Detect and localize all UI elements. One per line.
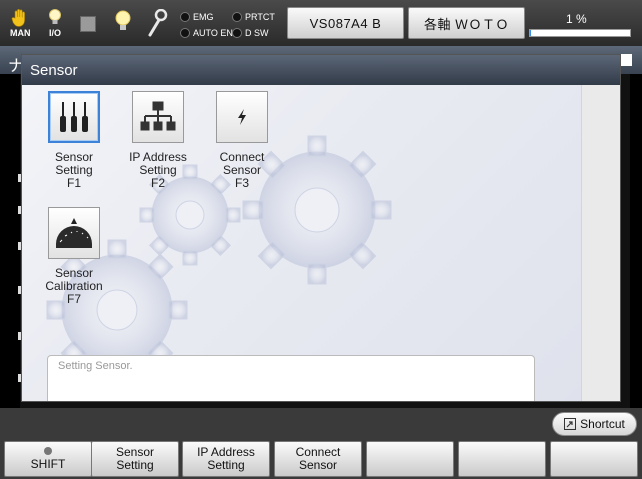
fkey-f6[interactable] — [550, 441, 638, 477]
mode-label: MAN — [10, 28, 31, 38]
emg-dot — [180, 12, 190, 22]
tile-key: F3 — [234, 176, 249, 190]
wrench-icon[interactable] — [146, 9, 168, 37]
speed-percent: 1 % — [566, 12, 587, 26]
network-icon — [140, 101, 176, 131]
tile-sensor-setting-button[interactable] — [48, 91, 100, 143]
hand-icon — [11, 9, 26, 27]
tile-label: Connect Sensor — [219, 150, 265, 177]
fkey-f5[interactable] — [458, 441, 546, 477]
dialog-body: Sensor Setting F1 IP Address Setting F2 … — [22, 85, 582, 401]
tile-key: F2 — [150, 176, 165, 190]
io-label: I/O — [48, 28, 61, 38]
tile-ip-address-setting-button[interactable] — [132, 91, 184, 143]
stop-icon[interactable] — [80, 16, 96, 32]
background-square — [620, 54, 632, 66]
speed-progress-fill — [530, 30, 531, 36]
tile-label: IP Address Setting — [129, 150, 187, 177]
shortcut-arrow-icon — [564, 418, 577, 430]
description-box: Setting Sensor. — [47, 355, 535, 401]
top-status-bar: MAN I/O EMG PRTCT AUTO EN D SW VS087A4 B… — [0, 0, 642, 46]
tile-ip-address-setting[interactable]: IP Address Setting F2 — [122, 91, 194, 190]
tile-key: F7 — [66, 292, 81, 306]
tile-sensor-setting[interactable]: Sensor Setting F1 — [38, 91, 110, 190]
tile-sensor-calibration[interactable]: Sensor Calibration F7 — [38, 207, 110, 306]
tile-label: Sensor Calibration — [45, 266, 103, 293]
fkey-shift[interactable]: SHIFT — [4, 441, 92, 477]
emg-indicator: EMG — [180, 12, 214, 22]
io-indicator[interactable]: I/O — [46, 8, 64, 38]
fkey-f3-connect-sensor[interactable]: Connect Sensor — [274, 441, 362, 477]
auto-en-dot — [180, 28, 190, 38]
d-sw-dot — [232, 28, 242, 38]
tile-key: F1 — [66, 176, 81, 190]
fkey-f2-ip-address-setting[interactable]: IP Address Setting — [182, 441, 270, 477]
sensor-setting-icon — [60, 102, 88, 132]
fkey-f1-sensor-setting[interactable]: Sensor Setting — [91, 441, 179, 477]
calibration-gauge-icon — [56, 218, 92, 248]
sensor-dialog: Sensor Sensor Setting F1 IP Address Sett… — [21, 54, 621, 402]
tile-sensor-calibration-button[interactable] — [48, 207, 100, 259]
dialog-title: Sensor — [22, 55, 620, 85]
lightbulb-on-icon[interactable] — [113, 9, 133, 35]
shortcut-label: Shortcut — [580, 417, 625, 431]
speed-progress-bar — [529, 29, 631, 37]
tile-label: Sensor Setting — [54, 150, 94, 177]
prtct-dot — [232, 12, 242, 22]
lightning-icon — [238, 109, 246, 125]
manual-mode-indicator[interactable]: MAN — [10, 8, 31, 38]
program-button[interactable]: VS087A4 B — [287, 7, 404, 39]
shift-led-icon — [44, 447, 52, 455]
dialog-scrollbar[interactable] — [581, 85, 620, 401]
tile-connect-sensor[interactable]: Connect Sensor F3 — [206, 91, 278, 190]
shortcut-button[interactable]: Shortcut — [552, 412, 637, 436]
lightbulb-icon — [49, 9, 61, 24]
prtct-indicator: PRTCT — [232, 12, 275, 22]
function-key-bar: SHIFT Sensor Setting IP Address Setting … — [4, 441, 640, 477]
d-sw-indicator: D SW — [232, 28, 269, 38]
tile-connect-sensor-button[interactable] — [216, 91, 268, 143]
fkey-f4[interactable] — [366, 441, 454, 477]
axis-mode-button[interactable]: 各軸 ＷＯＴＯ — [408, 7, 525, 39]
auto-en-indicator: AUTO EN — [180, 28, 233, 38]
